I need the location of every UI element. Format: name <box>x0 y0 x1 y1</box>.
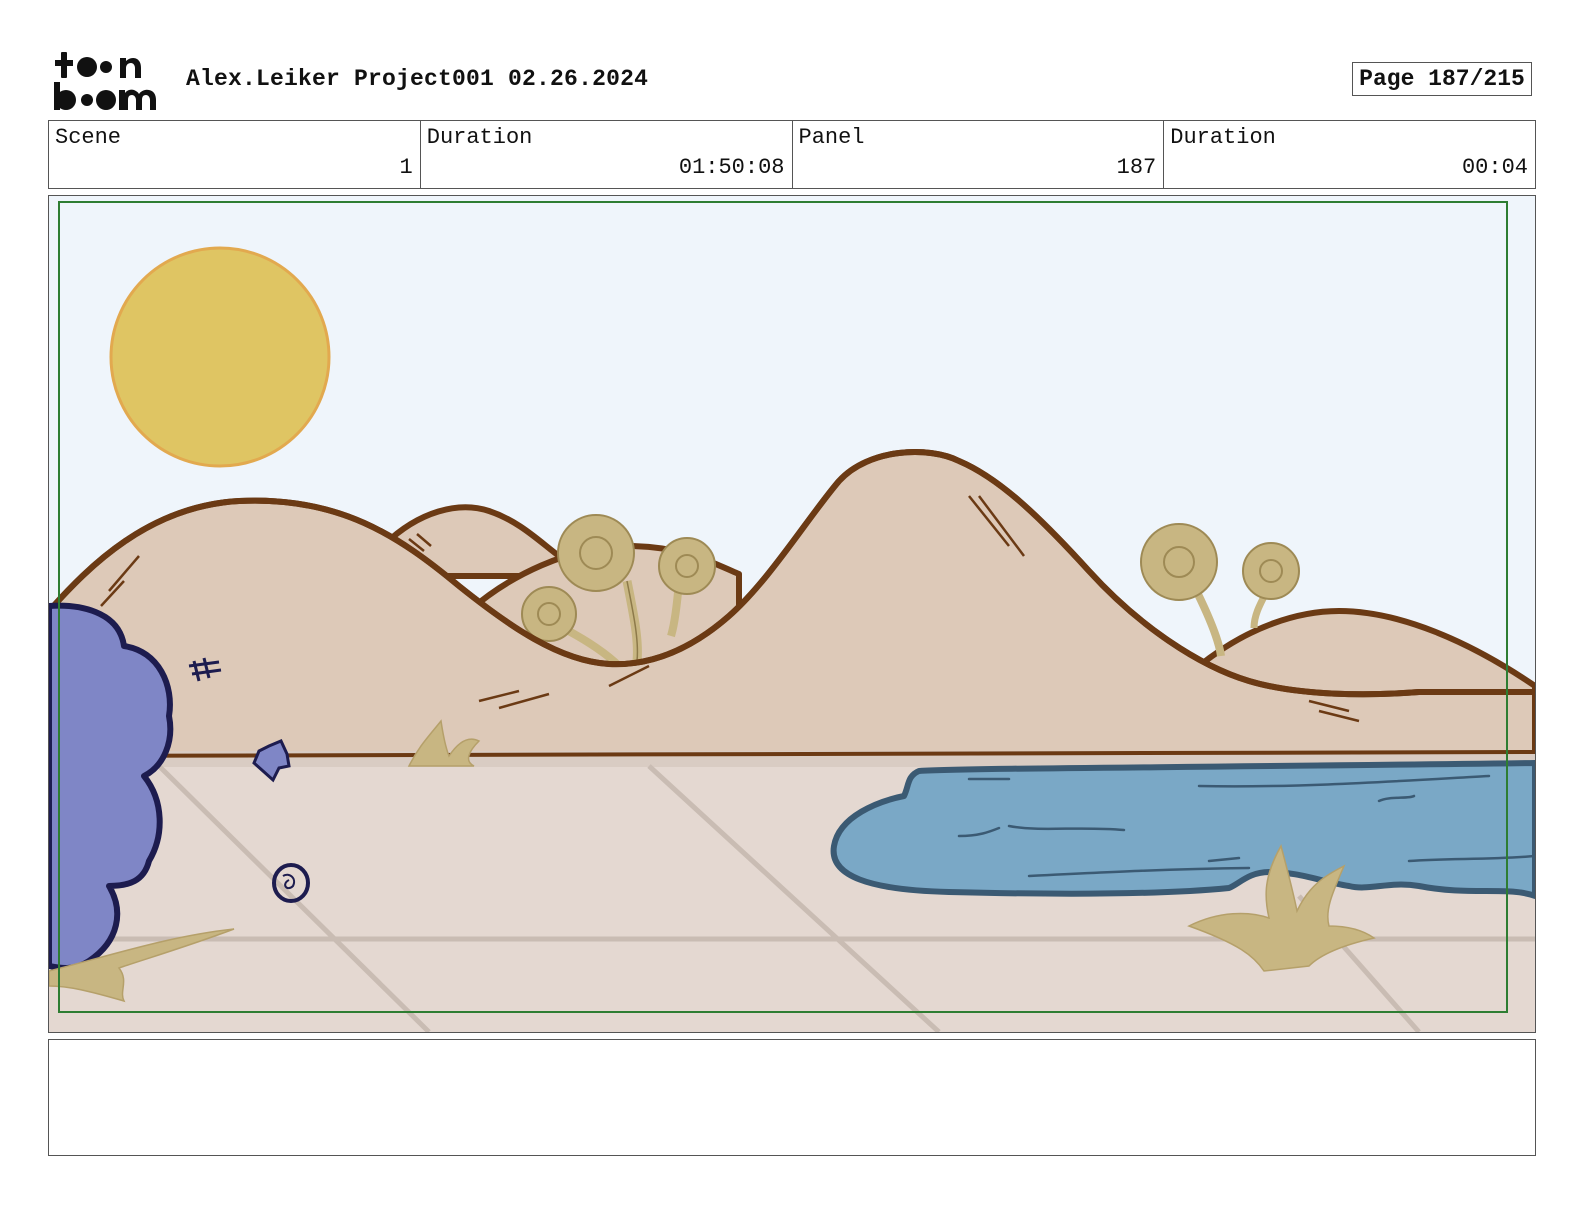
page-counter: Page 187/215 <box>1352 62 1532 96</box>
scene-value: 1 <box>399 155 413 180</box>
panel-value: 187 <box>1116 155 1157 180</box>
panel-duration-label: Duration <box>1170 125 1276 150</box>
panel-cell: Panel 187 <box>793 121 1165 188</box>
sun-icon <box>109 246 331 468</box>
scene-cell: Scene 1 <box>49 121 421 188</box>
project-title: Alex.Leiker Project001 02.26.2024 <box>186 66 649 92</box>
panel-info-row: Scene 1 Duration 01:50:08 Panel 187 Dura… <box>48 120 1536 189</box>
scene-duration-cell: Duration 01:50:08 <box>421 121 793 188</box>
pond <box>830 760 1535 899</box>
panel-notes-box[interactable] <box>48 1039 1536 1156</box>
scene-duration-value: 01:50:08 <box>678 155 785 180</box>
scene-duration-label: Duration <box>426 125 533 150</box>
scene-label: Scene <box>55 125 122 150</box>
panel-label: Panel <box>798 125 865 150</box>
panel-illustration <box>49 196 1535 1032</box>
toon-boom-logo <box>52 50 164 112</box>
toon-boom-logo-icon <box>54 52 156 110</box>
storyboard-panel[interactable] <box>48 195 1536 1033</box>
panel-duration-cell: Duration 00:04 <box>1164 121 1535 188</box>
panel-duration-value: 00:04 <box>1461 155 1528 180</box>
